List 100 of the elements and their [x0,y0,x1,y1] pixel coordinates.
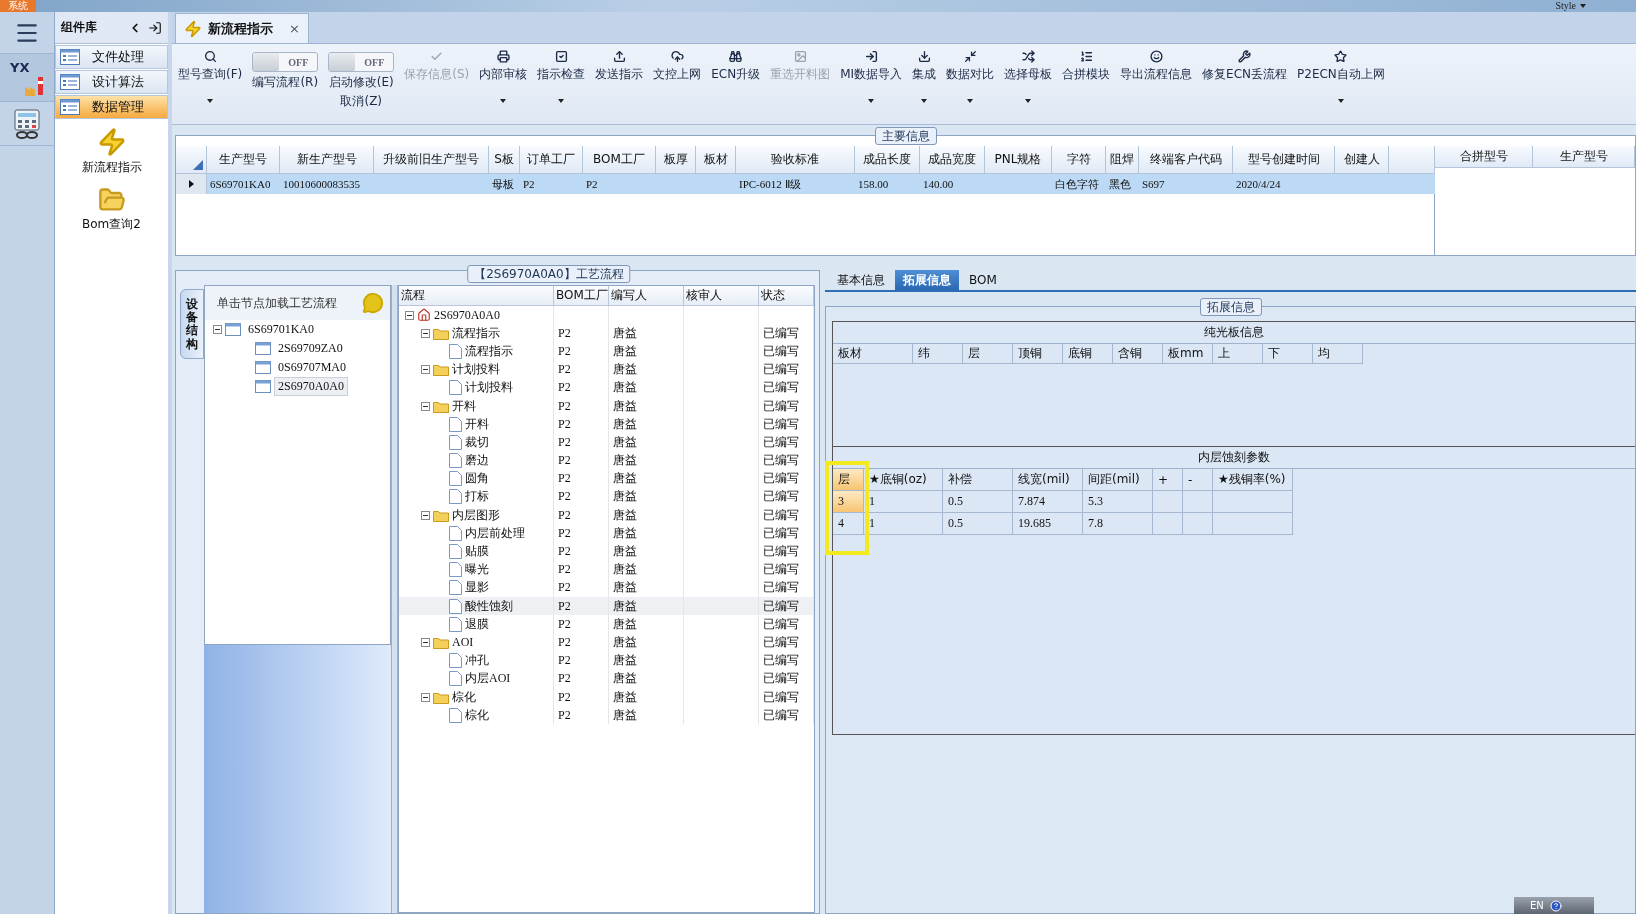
column-header[interactable]: 层 [963,344,1013,364]
column-header[interactable]: 生产型号 [1533,146,1635,168]
column-header[interactable]: S板 [489,146,520,174]
tree-node[interactable]: 贴膜 [465,543,489,561]
tree-node[interactable]: AOI [452,634,474,650]
toolbar-button[interactable]: 型号查询(F) [174,46,247,120]
selected-row[interactable]: 酸性蚀刻 P2 唐益 已编写 [399,597,814,616]
column-header[interactable]: 终端客户代码 [1139,146,1233,174]
toolbar-button[interactable]: P2ECN自动上网 [1293,46,1389,120]
column-header[interactable]: 成品宽度 [920,146,985,174]
toolbar-button[interactable]: MI数据导入 [836,46,907,120]
column-header[interactable]: 底铜 [1063,344,1113,364]
tree-node[interactable]: 内层前处理 [465,524,525,542]
shortcut-label[interactable]: 新流程指示 [81,159,142,176]
tree-node[interactable]: 裁切 [465,433,489,451]
column-header[interactable]: 字符 [1052,146,1106,174]
column-header[interactable]: 板材 [833,344,913,364]
column-header[interactable]: 订单工厂 [520,146,583,174]
tree-node[interactable]: 开料 [452,397,476,415]
column-header[interactable]: 板材 [696,146,736,174]
tree-node[interactable]: 退膜 [465,615,489,633]
column-header[interactable]: BOM工厂 [554,286,609,306]
tree-node[interactable]: 棕化 [465,706,489,724]
nav-group[interactable]: 数据管理 [55,95,168,119]
expander-icon[interactable] [421,692,430,702]
tree-node[interactable]: 0S69707MA0 [274,358,350,377]
side-tab[interactable]: 设备结构 [180,289,204,359]
toolbar-button[interactable]: 修复ECN丢流程 [1198,46,1292,120]
column-header[interactable]: 下 [1263,344,1313,364]
tree-node[interactable]: 内层AOI [465,670,511,688]
column-header[interactable]: 核审人 [684,286,759,306]
tree-node[interactable]: 计划投料 [452,361,500,379]
column-header[interactable]: 含铜 [1113,344,1163,364]
column-header[interactable]: 流程 [399,286,554,306]
toolbar-button[interactable]: 指示检查 [533,46,590,120]
column-header[interactable]: 板mm [1163,344,1213,364]
toggle-switch[interactable]: OFF [328,52,395,72]
column-header[interactable]: 成品长度 [855,146,920,174]
tree-node[interactable]: 冲孔 [465,652,489,670]
column-header[interactable]: 状态 [759,286,814,306]
tree-node[interactable]: 圆角 [465,470,489,488]
expander-icon[interactable] [213,325,222,334]
toolbar-button[interactable]: ECN升级 [707,46,765,120]
expander-icon[interactable] [421,510,430,520]
caret-icon[interactable] [1337,99,1344,103]
column-header[interactable]: 线宽(mil) [1013,469,1083,491]
toolbar-button[interactable]: 内部审核 [475,46,532,120]
row-header[interactable] [176,174,207,194]
column-header[interactable]: PNL规格 [985,146,1052,174]
column-header[interactable]: - [1183,469,1213,491]
tree-node[interactable]: 流程指示 [465,342,513,360]
tree-node[interactable]: 磨边 [465,452,489,470]
tree-node[interactable]: 打标 [465,488,489,506]
tree-node[interactable]: 计划投料 [465,379,513,397]
column-header[interactable]: + [1153,469,1183,491]
toggle-label[interactable]: 取消(Z) [340,93,383,110]
toolbar-button[interactable]: 导出流程信息 [1116,46,1197,120]
tab[interactable]: 拓展信息 [895,270,959,290]
calculator-icon[interactable] [14,108,40,139]
column-header[interactable]: 创建人 [1335,146,1389,174]
column-header[interactable]: 顶铜 [1013,344,1063,364]
tab[interactable]: 基本信息 [829,270,893,290]
tree-node[interactable]: 显影 [465,579,489,597]
caret-icon[interactable] [207,99,214,103]
nav-group[interactable]: 文件处理 [55,45,168,69]
factory-icon[interactable] [24,76,46,97]
column-header[interactable]: 型号创建时间 [1233,146,1335,174]
toolbar-button[interactable]: 集成 [908,46,941,120]
expander-icon[interactable] [405,310,414,320]
caret-icon[interactable] [868,99,875,103]
column-header[interactable]: ★底铜(oz) [864,469,943,491]
style-menu[interactable]: Style [1555,0,1576,12]
column-header[interactable]: 生产型号 [207,146,280,174]
column-header[interactable]: 新生产型号 [280,146,374,174]
caret-icon[interactable] [921,99,928,103]
document-tab[interactable]: 新流程指示 × [175,13,309,43]
tree-node[interactable]: 酸性蚀刻 [465,597,513,615]
column-header[interactable]: 编写人 [609,286,684,306]
expander-icon[interactable] [421,637,430,647]
tree-node[interactable]: 曝光 [465,561,489,579]
toolbar-button[interactable]: 选择母板 [1000,46,1057,120]
toolbar-button[interactable]: 合拼模块 [1058,46,1115,120]
nav-group[interactable]: 设计算法 [55,70,168,94]
toggle-switch[interactable]: OFF [252,52,319,72]
column-header[interactable]: BOM工厂 [583,146,656,174]
caret-icon[interactable] [967,99,974,103]
expander-icon[interactable] [421,328,430,338]
column-header[interactable]: 补偿 [943,469,1013,491]
column-header[interactable]: ★残铜率(%) [1213,469,1293,491]
close-button[interactable]: × [289,21,300,36]
tab[interactable]: BOM [961,270,1005,290]
column-header[interactable]: 验收标准 [736,146,855,174]
column-header[interactable]: 层 [833,469,864,491]
caret-icon[interactable] [1580,4,1586,8]
column-header[interactable]: 阻焊 [1106,146,1139,174]
help-icon[interactable] [1549,899,1562,912]
column-header[interactable]: 上 [1213,344,1263,364]
tree-node[interactable]: 6S69701KA0 [244,320,318,339]
toolbar-button[interactable]: 数据对比 [942,46,999,120]
column-header[interactable]: 纬 [913,344,963,364]
